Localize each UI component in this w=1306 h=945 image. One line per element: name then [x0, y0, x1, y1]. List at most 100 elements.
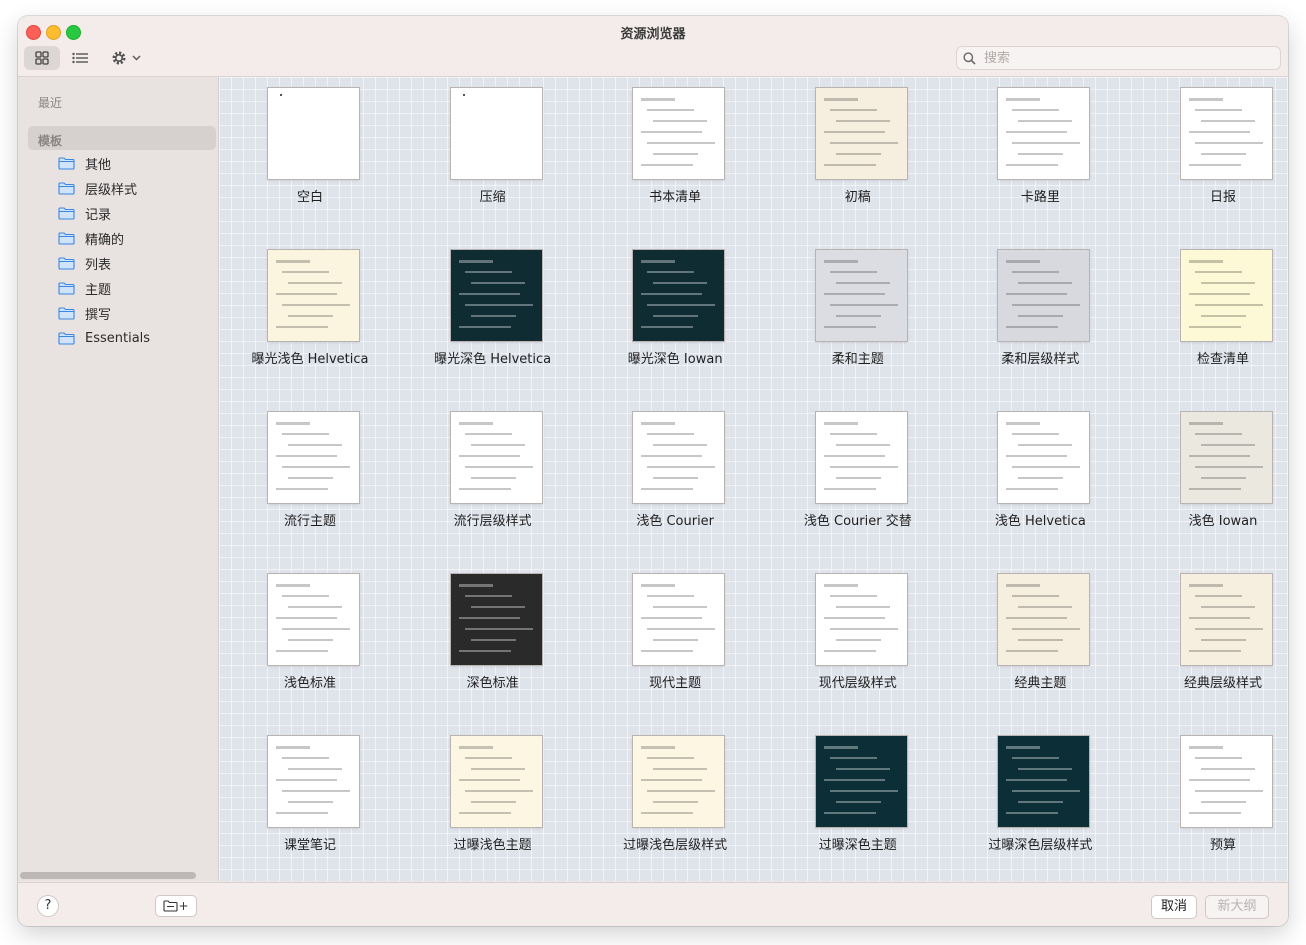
template-item[interactable]: 书本清单 — [584, 77, 766, 237]
template-name: 经典主题 — [1014, 676, 1067, 691]
thumbnail-preview-line — [823, 779, 885, 781]
template-name: 过曝深色主题 — [818, 838, 897, 853]
template-item[interactable]: 过曝浅色层级样式 — [584, 725, 766, 885]
template-thumbnail[interactable] — [633, 736, 725, 827]
template-thumbnail[interactable] — [815, 412, 907, 503]
folder-icon — [58, 206, 75, 220]
template-item[interactable]: 浅色 Iowan — [1132, 401, 1288, 561]
template-item[interactable]: 柔和层级样式 — [949, 239, 1131, 399]
thumbnail-bullet — [462, 94, 465, 96]
sidebar-recent-label[interactable]: 最近 — [38, 94, 62, 111]
template-thumbnail[interactable] — [815, 88, 907, 179]
thumbnail-preview-line — [1012, 433, 1060, 435]
template-thumbnail[interactable] — [815, 574, 907, 665]
template-item[interactable]: 曝光浅色 Helvetica — [219, 239, 401, 399]
sidebar-item-hierarchy-styles[interactable]: 层级样式 — [58, 177, 137, 199]
sidebar-item-records[interactable]: 记录 — [58, 202, 111, 224]
sidebar-item-precise[interactable]: 精确的 — [58, 227, 124, 249]
template-item[interactable]: 过曝深色层级样式 — [949, 725, 1131, 885]
help-button[interactable]: ? — [37, 895, 59, 917]
template-name: 现代层级样式 — [818, 676, 897, 691]
cancel-button[interactable]: 取消 — [1151, 895, 1197, 919]
thumbnail-preview-line — [641, 650, 694, 652]
template-item[interactable]: 检查清单 — [1132, 239, 1288, 399]
template-item[interactable]: 初稿 — [767, 77, 949, 237]
template-item[interactable]: 经典层级样式 — [1132, 563, 1288, 723]
template-thumbnail[interactable] — [633, 412, 725, 503]
template-thumbnail[interactable] — [268, 250, 359, 341]
template-item[interactable]: 预算 — [1132, 725, 1288, 885]
thumbnail-preview-line — [823, 131, 885, 133]
template-item[interactable]: 日报 — [1132, 77, 1288, 237]
template-thumbnail[interactable] — [998, 574, 1090, 665]
template-item[interactable]: 浅色 Helvetica — [949, 401, 1131, 561]
template-thumbnail[interactable] — [450, 736, 542, 827]
sidebar-item-writing[interactable]: 撰写 — [58, 302, 111, 324]
grid-view-button[interactable] — [24, 46, 60, 70]
template-thumbnail[interactable] — [633, 574, 725, 665]
template-item[interactable]: 经典主题 — [949, 563, 1131, 723]
thumbnail-preview-line — [282, 433, 329, 435]
thumbnail-preview-line — [1189, 488, 1241, 490]
template-thumbnail[interactable] — [450, 574, 542, 665]
sidebar-item-other[interactable]: 其他 — [58, 152, 111, 174]
template-thumbnail[interactable] — [1181, 250, 1272, 341]
template-item[interactable]: 空白 — [219, 77, 401, 237]
template-thumbnail[interactable] — [998, 736, 1090, 827]
settings-menu-button[interactable] — [106, 46, 146, 70]
template-thumbnail[interactable] — [450, 88, 542, 179]
template-item[interactable]: 曝光深色 Helvetica — [402, 239, 584, 399]
search-input[interactable] — [982, 49, 1266, 67]
template-thumbnail[interactable] — [450, 412, 542, 503]
template-item[interactable]: 浅色标准 — [219, 563, 401, 723]
template-item[interactable]: 过曝深色主题 — [767, 725, 949, 885]
new-outline-button[interactable]: 新大纲 — [1205, 895, 1269, 919]
template-item[interactable]: 流行层级样式 — [402, 401, 584, 561]
template-item[interactable]: 卡路里 — [949, 77, 1131, 237]
search-field[interactable] — [956, 46, 1281, 70]
new-folder-button[interactable]: + — [155, 895, 197, 917]
search-icon — [963, 51, 976, 65]
template-thumbnail[interactable] — [1181, 88, 1272, 179]
thumbnail-preview-line — [823, 164, 876, 166]
template-item[interactable]: 浅色 Courier — [584, 401, 766, 561]
sidebar-horizontal-scrollbar[interactable] — [20, 872, 196, 879]
template-name: 浅色 Iowan — [1188, 514, 1258, 529]
template-item[interactable]: 现代主题 — [584, 563, 766, 723]
template-thumbnail[interactable] — [268, 88, 359, 179]
template-thumbnail[interactable] — [268, 736, 359, 827]
template-thumbnail[interactable] — [815, 736, 907, 827]
template-thumbnail[interactable] — [1181, 574, 1272, 665]
sidebar-item-lists[interactable]: 列表 — [58, 252, 111, 274]
thumbnail-preview-line — [1018, 606, 1073, 608]
template-item[interactable]: 压缩 — [402, 77, 584, 237]
template-item[interactable]: 过曝浅色主题 — [402, 725, 584, 885]
template-thumbnail[interactable] — [450, 250, 542, 341]
thumbnail-preview-line — [647, 790, 716, 792]
template-thumbnail[interactable] — [633, 88, 725, 179]
template-thumbnail[interactable] — [1181, 736, 1272, 827]
template-thumbnail[interactable] — [998, 412, 1090, 503]
template-item[interactable]: 深色标准 — [402, 563, 584, 723]
template-item[interactable]: 现代层级样式 — [767, 563, 949, 723]
template-thumbnail[interactable] — [268, 574, 359, 665]
template-item[interactable]: 流行主题 — [219, 401, 401, 561]
thumbnail-preview-line — [1012, 142, 1081, 144]
thumbnail-preview-line — [288, 768, 342, 770]
template-item[interactable]: 课堂笔记 — [219, 725, 401, 885]
sidebar-item-themes[interactable]: 主题 — [58, 277, 111, 299]
template-thumbnail[interactable] — [1181, 412, 1272, 503]
sidebar-templates-section[interactable]: 模板 — [28, 126, 216, 150]
template-thumbnail[interactable] — [998, 88, 1090, 179]
thumbnail-preview-line — [1012, 790, 1081, 792]
template-thumbnail[interactable] — [998, 250, 1090, 341]
sidebar-item-label: 精确的 — [85, 232, 125, 248]
list-view-button[interactable] — [62, 46, 98, 70]
template-item[interactable]: 曝光深色 Iowan — [584, 239, 766, 399]
template-thumbnail[interactable] — [633, 250, 725, 341]
template-item[interactable]: 浅色 Courier 交替 — [767, 401, 949, 561]
template-item[interactable]: 柔和主题 — [767, 239, 949, 399]
sidebar-item-essentials[interactable]: Essentials — [58, 327, 150, 349]
template-thumbnail[interactable] — [268, 412, 359, 503]
template-thumbnail[interactable] — [815, 250, 907, 341]
